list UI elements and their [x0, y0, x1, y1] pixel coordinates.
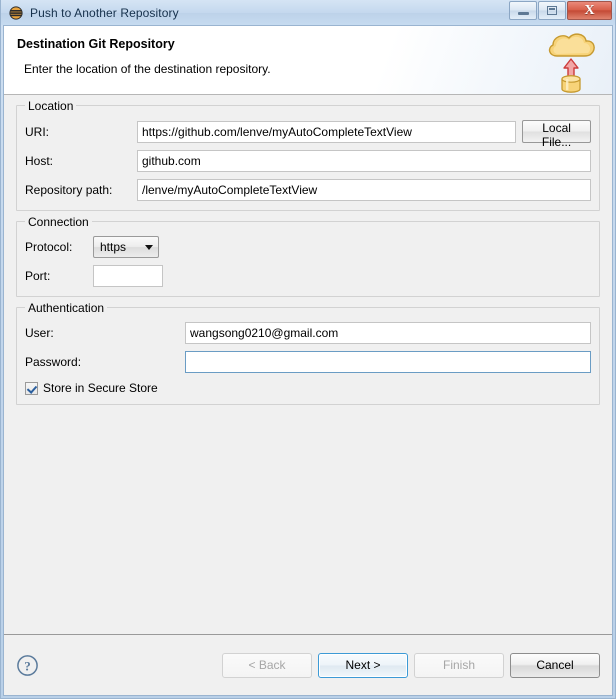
dialog-window: Push to Another Repository X Destination…	[0, 0, 616, 699]
location-group: Location URI: Local File... Host: Reposi…	[16, 99, 600, 211]
maximize-button[interactable]	[538, 1, 566, 20]
password-input[interactable]	[185, 351, 591, 373]
close-button[interactable]: X	[567, 1, 612, 20]
next-button[interactable]: Next >	[318, 652, 408, 678]
eclipse-egit-icon	[8, 5, 24, 21]
host-row: Host:	[25, 150, 591, 172]
password-label: Password:	[25, 355, 82, 369]
location-legend: Location	[25, 99, 77, 113]
cloud-upload-icon	[539, 27, 603, 93]
host-label: Host:	[25, 154, 54, 168]
connection-legend: Connection	[25, 215, 92, 229]
page-title: Destination Git Repository	[17, 37, 175, 51]
wizard-navigation-buttons: < Back Next > Finish Cancel	[222, 652, 600, 678]
user-label: User:	[25, 326, 54, 340]
authentication-legend: Authentication	[25, 301, 108, 315]
port-row: Port:	[25, 265, 591, 287]
uri-label: URI:	[25, 124, 49, 139]
store-secure-store-row[interactable]: Store in Secure Store	[25, 381, 591, 395]
finish-button[interactable]: Finish	[414, 652, 504, 678]
window-title: Push to Another Repository	[30, 5, 179, 20]
protocol-row: Protocol: https	[25, 236, 591, 258]
password-row: Password:	[25, 351, 591, 373]
wizard-header: Destination Git Repository Enter the loc…	[4, 26, 612, 95]
store-secure-store-checkbox[interactable]	[25, 381, 38, 395]
minimize-icon	[517, 12, 529, 15]
minimize-button[interactable]	[509, 1, 537, 20]
store-secure-store-label: Store in Secure Store	[43, 381, 158, 395]
chevron-down-icon	[145, 244, 153, 250]
authentication-group: Authentication User: Password: Store in …	[16, 301, 600, 405]
host-input[interactable]	[137, 150, 591, 172]
back-button[interactable]: < Back	[222, 652, 312, 678]
port-label: Port:	[25, 269, 51, 283]
repository-path-row: Repository path:	[25, 179, 591, 201]
uri-row: URI: Local File...	[25, 120, 591, 149]
wizard-content: Location URI: Local File... Host: Reposi…	[4, 95, 612, 634]
repository-path-input[interactable]	[137, 179, 591, 201]
restore-icon	[547, 6, 557, 15]
title-bar: Push to Another Repository X	[1, 0, 615, 25]
close-icon: X	[584, 2, 595, 18]
port-input[interactable]	[93, 265, 163, 287]
dialog-body: Destination Git Repository Enter the loc…	[3, 25, 613, 696]
user-input[interactable]	[185, 322, 591, 344]
cancel-button[interactable]: Cancel	[510, 652, 600, 678]
protocol-dropdown[interactable]: https	[93, 236, 159, 258]
wizard-button-bar: ? < Back Next > Finish Cancel	[4, 635, 612, 695]
svg-text:?: ?	[24, 658, 31, 673]
local-file-button[interactable]: Local File...	[522, 120, 591, 149]
repository-path-label: Repository path:	[25, 183, 113, 197]
connection-group: Connection Protocol: https Port:	[16, 215, 600, 297]
user-row: User:	[25, 322, 591, 344]
page-subtitle: Enter the location of the destination re…	[24, 62, 271, 76]
window-controls: X	[508, 1, 612, 20]
protocol-value: https	[100, 240, 127, 254]
uri-input[interactable]	[137, 120, 517, 143]
help-question-icon[interactable]: ?	[16, 654, 39, 677]
protocol-label: Protocol:	[25, 240, 73, 254]
